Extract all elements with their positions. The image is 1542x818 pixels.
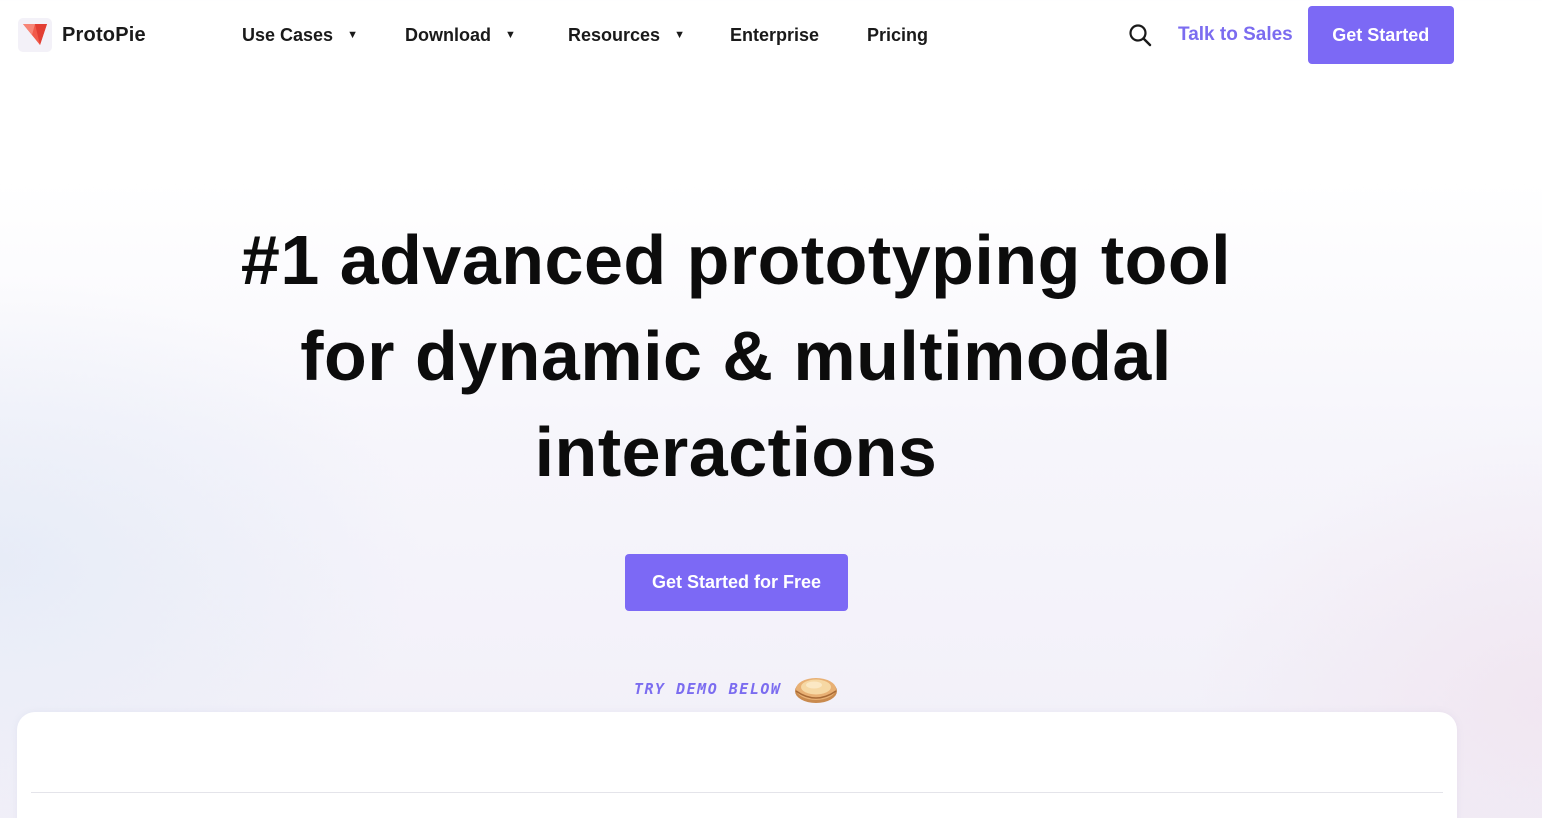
hero-title: #1 advanced prototyping tool for dynamic… <box>130 212 1342 500</box>
caret-down-icon: ▼ <box>674 29 685 41</box>
hero-title-line: for dynamic & multimodal <box>300 317 1172 395</box>
protopie-logo-link[interactable]: ProtoPie <box>18 18 146 52</box>
caret-down-icon: ▼ <box>347 29 358 41</box>
protopie-logo-icon <box>18 18 52 52</box>
main-menu: Use Cases ▼ Download ▼ Resources ▼ Enter… <box>242 22 928 48</box>
nav-item-label: Pricing <box>867 24 929 45</box>
hero-title-line: #1 advanced prototyping tool <box>240 221 1232 299</box>
get-started-free-button[interactable]: Get Started for Free <box>625 554 848 611</box>
nav-item-label: Enterprise <box>730 24 820 45</box>
demo-card[interactable] <box>17 712 1457 818</box>
nav-item-download[interactable]: Download ▼ <box>405 22 568 48</box>
top-navigation: ProtoPie Use Cases ▼ Download ▼ Resource… <box>0 0 1542 70</box>
caret-down-icon: ▼ <box>505 29 516 41</box>
search-icon <box>1129 24 1152 47</box>
nav-item-label: Use Cases <box>242 24 334 45</box>
brand-name: ProtoPie <box>62 23 146 46</box>
nav-item-use-cases[interactable]: Use Cases ▼ <box>242 22 405 48</box>
nav-item-resources[interactable]: Resources ▼ <box>568 22 730 48</box>
talk-to-sales-link[interactable]: Talk to Sales <box>1178 24 1293 46</box>
divider <box>31 792 1443 793</box>
nav-item-pricing[interactable]: Pricing <box>867 22 928 48</box>
search-button[interactable] <box>1126 21 1154 49</box>
get-started-button[interactable]: Get Started <box>1307 6 1454 64</box>
hero-title-line: interactions <box>534 413 938 491</box>
nav-item-label: Resources <box>568 24 661 45</box>
nav-item-label: Download <box>405 24 491 45</box>
nav-item-enterprise[interactable]: Enterprise <box>730 22 867 48</box>
try-demo-note: TRY DEMO BELOW <box>634 672 839 706</box>
nav-actions: Talk to Sales Get Started <box>1126 6 1454 64</box>
pie-icon <box>793 672 839 706</box>
try-demo-label: TRY DEMO BELOW <box>634 680 782 698</box>
